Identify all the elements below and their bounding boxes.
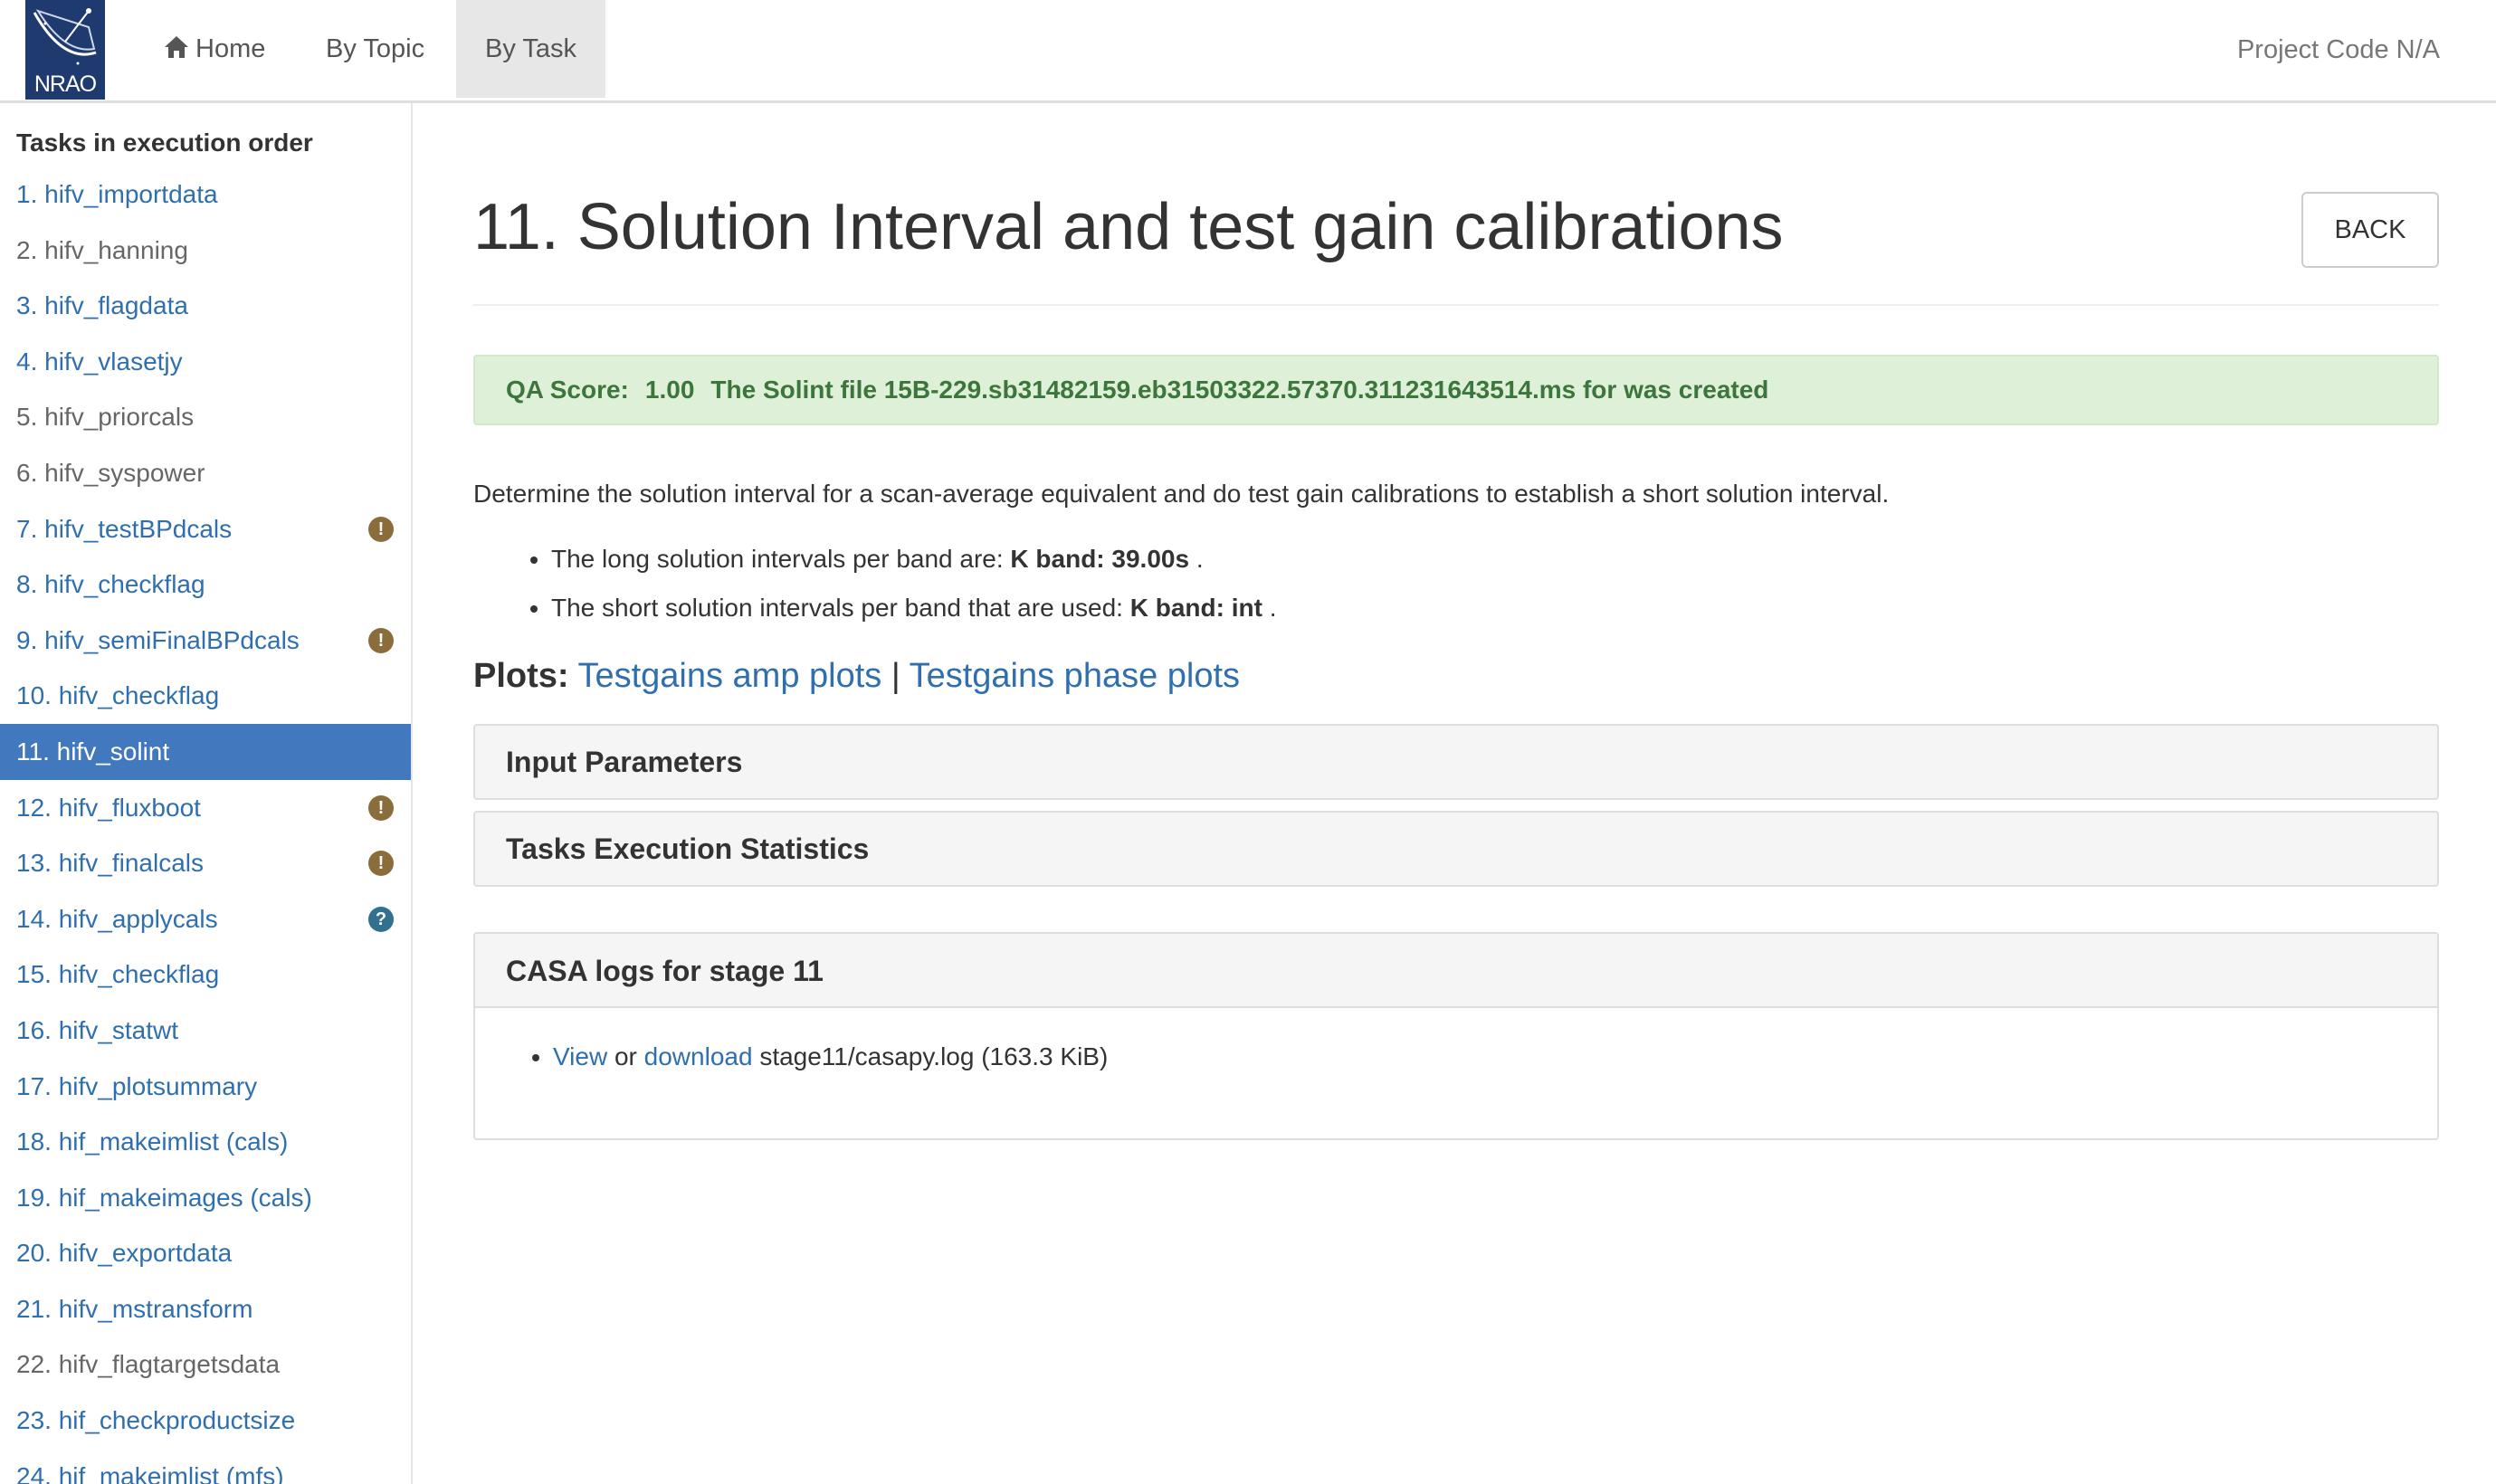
sidebar-task-item[interactable]: 19. hif_makeimages (cals) [0, 1170, 411, 1226]
sidebar-task-label: 14. hifv_applycals [16, 904, 218, 933]
sidebar-task-label: 15. hifv_checkflag [16, 960, 220, 989]
antenna-logo-icon [33, 8, 97, 65]
task-sidebar: Tasks in execution order 1. hifv_importd… [0, 103, 413, 1484]
sidebar-task-label: 11. hifv_solint [16, 737, 170, 766]
download-log-link[interactable]: download [644, 1042, 753, 1070]
title-divider [473, 304, 2439, 306]
nav-home-label: Home [195, 34, 266, 63]
plots-separator: | [891, 657, 900, 695]
sidebar-task-label: 8. hifv_checkflag [16, 570, 205, 599]
sidebar-task-label: 3. hifv_flagdata [16, 291, 188, 320]
nav-by-task[interactable]: By Task [456, 0, 606, 98]
sidebar-task-item[interactable]: 23. hif_checkproductsize [0, 1393, 411, 1449]
exclamation-circle-icon: ! [368, 627, 394, 653]
sidebar-task-label: 24. hif_makeimlist (mfs) [16, 1461, 284, 1484]
qa-message: The Solint file 15B-229.sb31482159.eb315… [710, 376, 1769, 404]
sidebar-task-item[interactable]: 1. hifv_importdata [0, 166, 411, 223]
sidebar-task-label: 13. hifv_finalcals [16, 849, 205, 878]
logo-text: NRAO [33, 71, 97, 97]
testgains-amp-link[interactable]: Testgains amp plots [577, 657, 881, 695]
top-navbar: NRAO Home By Topic By Task Project Code … [0, 0, 2496, 103]
sidebar-task-label: 21. hifv_mstransform [16, 1294, 253, 1323]
qa-score-value: 1.00 [644, 376, 695, 404]
bullet-long-solint: The long solution intervals per band are… [551, 541, 1276, 590]
sidebar-task-item[interactable]: 8. hifv_checkflag [0, 556, 411, 613]
sidebar-task-item[interactable]: 6. hifv_syspower [0, 445, 411, 501]
plots-label: Plots: [473, 657, 569, 695]
sidebar-task-item[interactable]: 12. hifv_fluxboot! [0, 780, 411, 836]
view-log-link[interactable]: View [553, 1042, 607, 1070]
testgains-phase-link[interactable]: Testgains phase plots [910, 657, 1240, 695]
sidebar-task-item[interactable]: 20. hifv_exportdata [0, 1225, 411, 1281]
qa-score-alert: QA Score: 1.00 The Solint file 15B-229.sb3… [473, 355, 2439, 425]
casa-logs-heading: CASA logs for stage 11 [475, 934, 2437, 1008]
nrao-logo[interactable]: NRAO [25, 0, 105, 100]
nav-home[interactable]: Home [134, 0, 294, 98]
sidebar-task-label: 18. hif_makeimlist (cals) [16, 1127, 289, 1156]
page-title: 11. Solution Interval and test gain cali… [473, 191, 1784, 263]
qa-score-label: QA Score: [506, 376, 629, 404]
exclamation-circle-icon: ! [368, 516, 394, 542]
sidebar-task-item[interactable]: 18. hif_makeimlist (cals) [0, 1114, 411, 1170]
sidebar-task-label: 20. hifv_exportdata [16, 1239, 233, 1268]
sidebar-title: Tasks in execution order [16, 128, 313, 157]
bullet-text: The short solution intervals per band th… [551, 594, 1123, 622]
log-list: View or download stage11/casapy.log (163… [475, 1008, 2437, 1071]
sidebar-task-label: 7. hifv_testBPdcals [16, 514, 233, 543]
sidebar-task-item[interactable]: 3. hifv_flagdata [0, 278, 411, 334]
sidebar-task-item[interactable]: 22. hifv_flagtargetsdata [0, 1337, 411, 1393]
sidebar-task-label: 5. hifv_priorcals [16, 403, 195, 432]
sidebar-task-item[interactable]: 2. hifv_hanning [0, 223, 411, 279]
sidebar-task-item[interactable]: 4. hifv_vlasetjy [0, 334, 411, 390]
nav-by-topic[interactable]: By Topic [297, 0, 453, 98]
sidebar-task-label: 22. hifv_flagtargetsdata [16, 1350, 281, 1379]
bullet-tail: . [1269, 594, 1277, 622]
plots-links: Plots: Testgains amp plots | Testgains p… [473, 657, 1240, 696]
log-item: View or download stage11/casapy.log (163… [553, 1042, 2437, 1071]
bullet-short-solint: The short solution intervals per band th… [551, 590, 1276, 639]
sidebar-task-label: 17. hifv_plotsummary [16, 1071, 258, 1100]
exclamation-circle-icon: ! [368, 794, 394, 821]
stage-description: Determine the solution interval for a sc… [473, 480, 1890, 508]
log-file-name: stage11/casapy.log (163.3 KiB) [759, 1042, 1109, 1070]
execution-statistics-panel[interactable]: Tasks Execution Statistics [473, 811, 2439, 887]
casa-logs-panel: CASA logs for stage 11 View or download … [473, 932, 2439, 1140]
sidebar-task-label: 2. hifv_hanning [16, 235, 188, 264]
sidebar-task-item[interactable]: 14. hifv_applycals? [0, 891, 411, 947]
sidebar-task-item[interactable]: 15. hifv_checkflag [0, 947, 411, 1003]
task-list: 1. hifv_importdata 2. hifv_hanning 3. hifv… [0, 166, 411, 1484]
sidebar-task-label: 16. hifv_statwt [16, 1015, 178, 1044]
sidebar-task-item[interactable]: 24. hif_makeimlist (mfs) [0, 1449, 411, 1484]
solint-bullets: The long solution intervals per band are… [520, 541, 1276, 639]
back-button[interactable]: BACK [2301, 192, 2439, 268]
sidebar-task-item[interactable]: 5. hifv_priorcals [0, 389, 411, 445]
sidebar-task-label: 4. hifv_vlasetjy [16, 347, 183, 376]
main-content: 11. Solution Interval and test gain cali… [473, 103, 2439, 1484]
bullet-text: The long solution intervals per band are… [551, 545, 1004, 573]
sidebar-task-item[interactable]: 16. hifv_statwt [0, 1003, 411, 1059]
bullet-value: K band: int [1129, 594, 1262, 622]
home-icon [163, 3, 190, 100]
sidebar-task-label: 12. hifv_fluxboot [16, 793, 201, 822]
sidebar-task-item[interactable]: 21. hifv_mstransform [0, 1281, 411, 1337]
sidebar-task-label: 10. hifv_checkflag [16, 681, 220, 710]
exclamation-circle-icon: ! [368, 851, 394, 877]
sidebar-task-label: 1. hifv_importdata [16, 180, 218, 208]
sidebar-task-item[interactable]: 9. hifv_semiFinalBPdcals! [0, 613, 411, 669]
sidebar-task-label: 23. hif_checkproductsize [16, 1406, 296, 1435]
sidebar-task-label: 9. hifv_semiFinalBPdcals [16, 625, 300, 654]
sidebar-task-item[interactable]: 13. hifv_finalcals! [0, 835, 411, 891]
sidebar-task-item[interactable]: 11. hifv_solint [0, 723, 411, 780]
question-circle-icon: ? [368, 906, 394, 932]
bullet-tail: . [1196, 545, 1204, 573]
project-code: Project Code N/A [2236, 35, 2440, 64]
sidebar-task-label: 6. hifv_syspower [16, 458, 205, 487]
bullet-value: K band: 39.00s [1010, 545, 1190, 573]
sidebar-task-label: 19. hif_makeimages (cals) [16, 1183, 312, 1212]
log-or-text: or [614, 1042, 637, 1070]
sidebar-task-item[interactable]: 10. hifv_checkflag [0, 668, 411, 724]
sidebar-task-item[interactable]: 17. hifv_plotsummary [0, 1059, 411, 1115]
sidebar-task-item[interactable]: 7. hifv_testBPdcals! [0, 501, 411, 557]
input-parameters-panel[interactable]: Input Parameters [473, 724, 2439, 800]
